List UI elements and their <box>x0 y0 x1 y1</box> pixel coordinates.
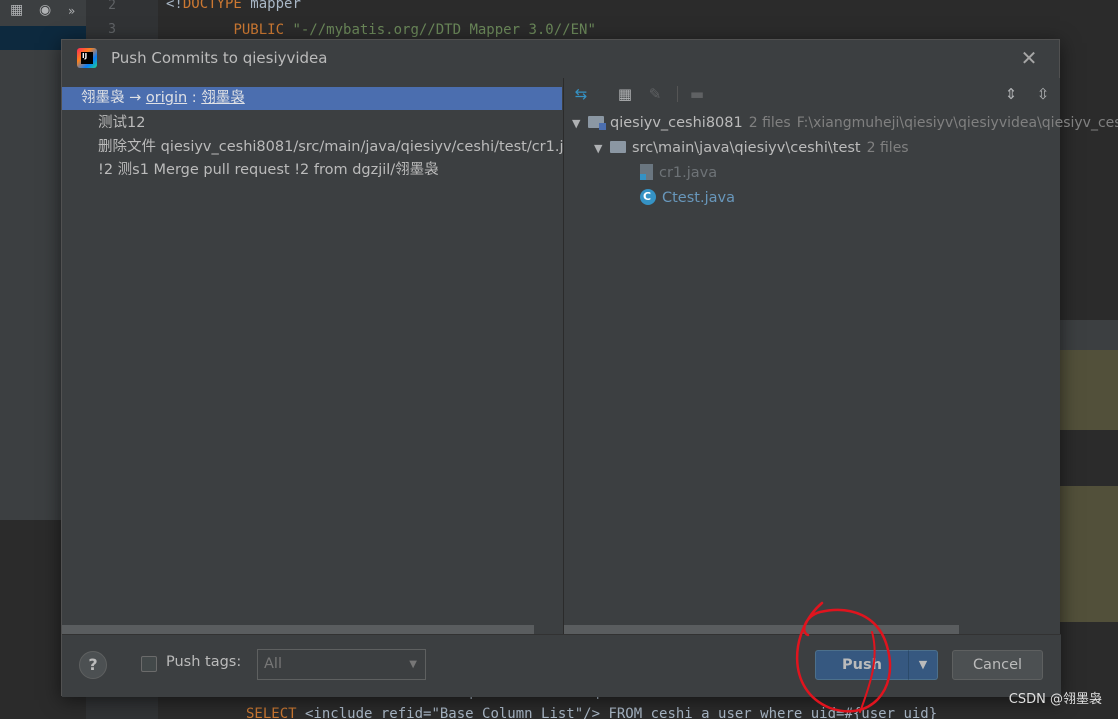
grid-icon[interactable]: ▦ <box>10 2 23 18</box>
cancel-button[interactable]: Cancel <box>952 650 1043 680</box>
push-tags-label: Push tags: <box>166 654 242 670</box>
deleted-java-file-icon <box>640 164 653 180</box>
push-commits-dialog: IJ Push Commits to qiesiyvidea ✕ 翎墨袅 → o… <box>61 39 1118 697</box>
help-button[interactable]: ? <box>79 651 107 679</box>
tree-file-row[interactable]: Ctest.java <box>640 185 735 210</box>
toolbar-separator <box>677 86 678 102</box>
push-tags-checkbox[interactable] <box>141 656 157 672</box>
push-options-dropdown[interactable]: ▼ <box>908 650 938 680</box>
changes-pane: ⇆ ▦ ✎ ▬ ⇕ ⇳ ▼ qiesiyv_ceshi8081 2 files F:\… <box>563 78 1118 634</box>
group-by-icon[interactable]: ▦ <box>614 83 636 105</box>
code-line: PUBLIC "-//mybatis.org//DTD Mapper 3.0//… <box>233 22 596 38</box>
tree-folder-row[interactable]: ▼ src\main\java\qiesiyv\ceshi\test 2 files <box>594 136 909 160</box>
commit-item[interactable]: 删除文件 qiesiyv_ceshi8081/src/main/java/qie… <box>98 136 590 159</box>
changes-toolbar: ⇆ ▦ ✎ ▬ ⇕ ⇳ <box>564 78 1061 110</box>
code-line: SELECT <include refid="Base_Column_List"… <box>246 706 938 719</box>
tree-module-row[interactable]: ▼ qiesiyv_ceshi8081 2 files F:\xiangmuheji\… <box>572 111 1118 135</box>
expand-arrow-icon[interactable]: ▼ <box>572 112 588 136</box>
expand-all-icon[interactable]: ⇕ <box>1000 83 1022 105</box>
editor-highlight <box>1060 350 1118 430</box>
edit-source-icon[interactable]: ✎ <box>644 83 666 105</box>
dialog-title: Push Commits to qiesiyvidea <box>111 49 328 67</box>
folder-icon <box>610 141 626 153</box>
show-diff-preview-icon[interactable]: ▬ <box>686 83 708 105</box>
close-button[interactable]: ✕ <box>1017 46 1041 70</box>
expand-arrow-icon[interactable]: ▼ <box>594 137 610 161</box>
remote-link[interactable]: origin <box>146 90 187 106</box>
screen: ▦ ◉ » 2 3 <!DOCTYPE mapper PUBLIC "-//my… <box>0 0 1118 719</box>
double-chevron-icon[interactable]: » <box>68 4 75 18</box>
line-number: 3 <box>108 22 116 37</box>
java-class-icon <box>640 185 656 209</box>
line-number: 2 <box>108 0 116 13</box>
tree-file-row[interactable]: cr1.java <box>640 161 717 185</box>
changes-scrollbar[interactable] <box>564 625 959 634</box>
commits-scrollbar[interactable] <box>62 625 534 634</box>
diff-icon[interactable]: ⇆ <box>570 83 592 105</box>
project-toolbar: ▦ ◉ » <box>0 0 86 26</box>
code-line: <!DOCTYPE mapper <box>166 0 301 12</box>
editor-highlight <box>1060 486 1118 622</box>
remote-branch-link[interactable]: 翎墨袅 <box>201 90 245 106</box>
commit-item[interactable]: !2 测s1 Merge pull request !2 from dgzjil… <box>98 159 439 182</box>
push-tags-select[interactable]: All ▼ <box>257 649 426 680</box>
module-folder-icon <box>588 116 606 130</box>
commits-pane: 翎墨袅 → origin : 翎墨袅 测试12 删除文件 qiesiyv_ces… <box>62 87 590 634</box>
push-button[interactable]: Push <box>815 650 909 680</box>
branch-row[interactable]: 翎墨袅 → origin : 翎墨袅 <box>62 87 562 110</box>
dialog-titlebar: IJ Push Commits to qiesiyvidea ✕ <box>62 40 1059 78</box>
eye-icon[interactable]: ◉ <box>39 2 51 18</box>
commit-item[interactable]: 测试12 <box>98 112 145 135</box>
collapse-all-icon[interactable]: ⇳ <box>1032 83 1054 105</box>
watermark: CSDN @翎墨袅 <box>1008 692 1102 707</box>
editor-band <box>1060 320 1118 350</box>
dialog-footer: ? Push tags: All ▼ Push ▼ Cancel <box>62 634 1061 697</box>
chevron-down-icon: ▼ <box>409 659 417 670</box>
intellij-logo-icon: IJ <box>77 48 97 68</box>
